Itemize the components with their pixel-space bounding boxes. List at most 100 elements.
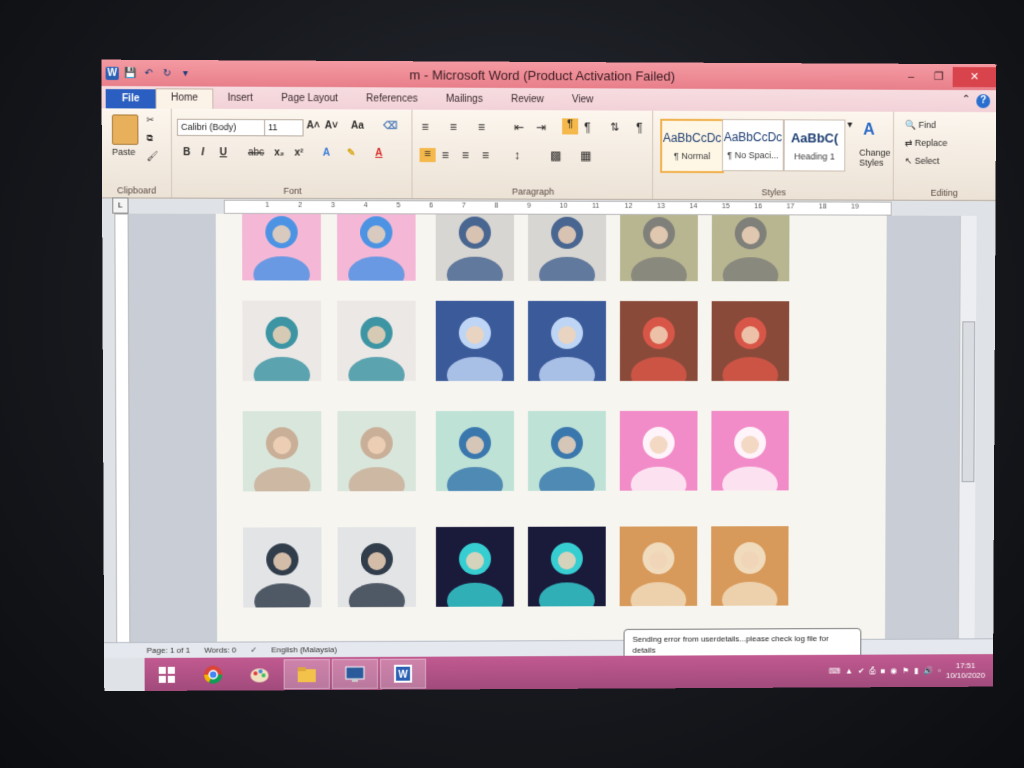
remote-taskbar-button[interactable] [331,658,379,689]
network-icon[interactable]: ▲ [845,667,853,676]
photo-boy[interactable] [337,527,416,619]
photo-red-hair-boy[interactable] [711,301,790,393]
minimize-button[interactable]: – [897,67,925,87]
volume-icon[interactable]: 🔊 [923,666,933,675]
explorer-taskbar-button[interactable] [283,658,330,689]
styles-more-icon[interactable]: ▾ [847,120,852,131]
replace-button[interactable]: ⇄ Replace [905,138,948,149]
subscript-button[interactable]: x₂ [274,147,284,158]
multilevel-list-icon[interactable]: ≡ [478,120,485,134]
tab-selector[interactable]: L [112,197,129,214]
document-page[interactable] [215,213,887,656]
bullets-icon[interactable]: ≡ [422,120,429,134]
style-normal[interactable]: AaBbCcDc ¶ Normal [660,118,725,174]
word-count[interactable]: Words: 0 [204,646,236,655]
photo-gray-animal[interactable] [620,213,698,294]
save-icon[interactable]: 💾 [124,66,137,79]
paint-taskbar-button[interactable] [237,660,281,688]
acrobat-icon[interactable]: ◉ [890,666,897,675]
photo-doraemon[interactable] [336,213,416,293]
highlight-icon[interactable]: ✎ [347,148,355,159]
ltr-icon[interactable]: ¶ [562,118,579,135]
photo-girl-teal-hijab[interactable] [242,300,322,394]
close-button[interactable]: ✕ [952,67,997,88]
tab-mailings[interactable]: Mailings [432,94,497,110]
help-icon[interactable]: ? [976,94,991,109]
photo-gray-animal[interactable] [711,213,790,294]
align-center-icon[interactable]: ≡ [442,148,449,162]
photo-girl-blue-hijab[interactable] [528,213,607,293]
photo-pink-bunny[interactable] [711,410,789,503]
copy-icon[interactable]: ⧉ [147,133,154,144]
clear-formatting-icon[interactable]: ⌫ [383,121,397,132]
battery-icon[interactable]: ▮ [914,666,918,675]
format-painter-icon[interactable]: 🖌 [147,151,159,162]
show-marks-icon[interactable]: ¶ [636,121,642,135]
proofing-icon[interactable]: ✓ [250,645,257,654]
photo-anime-art[interactable] [435,300,514,393]
grow-font-button[interactable]: A˄ [307,120,320,131]
photo-neon-bear[interactable] [435,526,514,620]
photo-woman-hijab[interactable] [337,411,416,504]
superscript-button[interactable]: x² [294,148,303,159]
cut-icon[interactable]: ✂ [146,115,154,126]
bold-button[interactable]: B [183,147,190,158]
rtl-icon[interactable]: ¶ [584,120,590,134]
photo-girl-teal-hijab[interactable] [337,300,416,394]
scrollbar-thumb[interactable] [961,321,976,483]
italic-button[interactable]: I [201,147,204,158]
style-heading-1[interactable]: AaBbC( Heading 1 [783,119,846,172]
page-count[interactable]: Page: 1 of 1 [147,646,191,655]
printer-icon[interactable]: ⎙ [869,666,875,676]
photo-kitten-hat[interactable] [711,526,789,618]
tab-insert[interactable]: Insert [213,93,267,109]
chrome-taskbar-button[interactable] [191,660,235,688]
keyboard-icon[interactable]: ⌨ [829,667,840,676]
tab-references[interactable]: References [352,93,432,109]
photo-anime-art[interactable] [527,300,607,394]
align-left-icon[interactable]: ≡ [419,147,436,163]
paste-icon[interactable] [111,114,139,145]
notification-icon[interactable]: ▫ [938,666,941,675]
clock[interactable]: 17:51 10/10/2020 [946,661,985,681]
photo-kitten-hat[interactable] [619,526,698,619]
sort-icon[interactable]: ⇅ [610,121,619,134]
photo-girl-blue-hijab[interactable] [435,213,514,293]
photo-woman-hijab[interactable] [242,411,322,504]
maximize-button[interactable]: ❐ [925,67,953,87]
line-spacing-icon[interactable]: ↕ [514,148,520,162]
align-right-icon[interactable]: ≡ [462,148,469,162]
tab-file[interactable]: File [105,89,156,109]
photo-girl-blue-hijab-2[interactable] [435,411,514,504]
borders-icon[interactable]: ▦ [580,149,591,163]
photo-pink-bunny[interactable] [619,410,698,503]
vertical-scrollbar[interactable] [957,215,977,653]
start-button[interactable] [145,660,190,688]
photo-doraemon[interactable] [242,213,322,293]
tab-page-layout[interactable]: Page Layout [267,93,352,110]
redo-icon[interactable]: ↻ [160,67,173,80]
select-button[interactable]: ↖ Select [905,156,940,167]
flag-icon[interactable]: ⚑ [902,666,909,675]
increase-indent-icon[interactable]: ⇥ [536,120,546,134]
change-case-button[interactable]: Aa [351,120,364,131]
font-size-select[interactable]: 11 [264,119,304,137]
minimize-ribbon-icon[interactable]: ⌃ [962,94,970,108]
numbering-icon[interactable]: ≡ [450,120,457,134]
app-tray-icon[interactable]: ■ [881,666,886,675]
photo-boy[interactable] [242,527,322,620]
tab-view[interactable]: View [558,94,608,110]
underline-button[interactable]: U [220,147,227,158]
decrease-indent-icon[interactable]: ⇤ [514,120,524,134]
tab-home[interactable]: Home [155,88,214,109]
photo-red-hair-boy[interactable] [619,301,698,393]
change-styles-button[interactable]: Change Styles [859,148,893,168]
security-icon[interactable]: ✔ [858,667,865,676]
word-logo-icon[interactable]: W [105,66,119,80]
font-color-icon[interactable]: A [375,148,382,159]
customize-qat-icon[interactable]: ▾ [179,67,192,80]
paste-button[interactable]: Paste [112,147,135,157]
word-taskbar-button[interactable]: W [379,658,427,689]
font-family-select[interactable]: Calibri (Body) [176,118,266,137]
undo-icon[interactable]: ↶ [142,66,155,79]
